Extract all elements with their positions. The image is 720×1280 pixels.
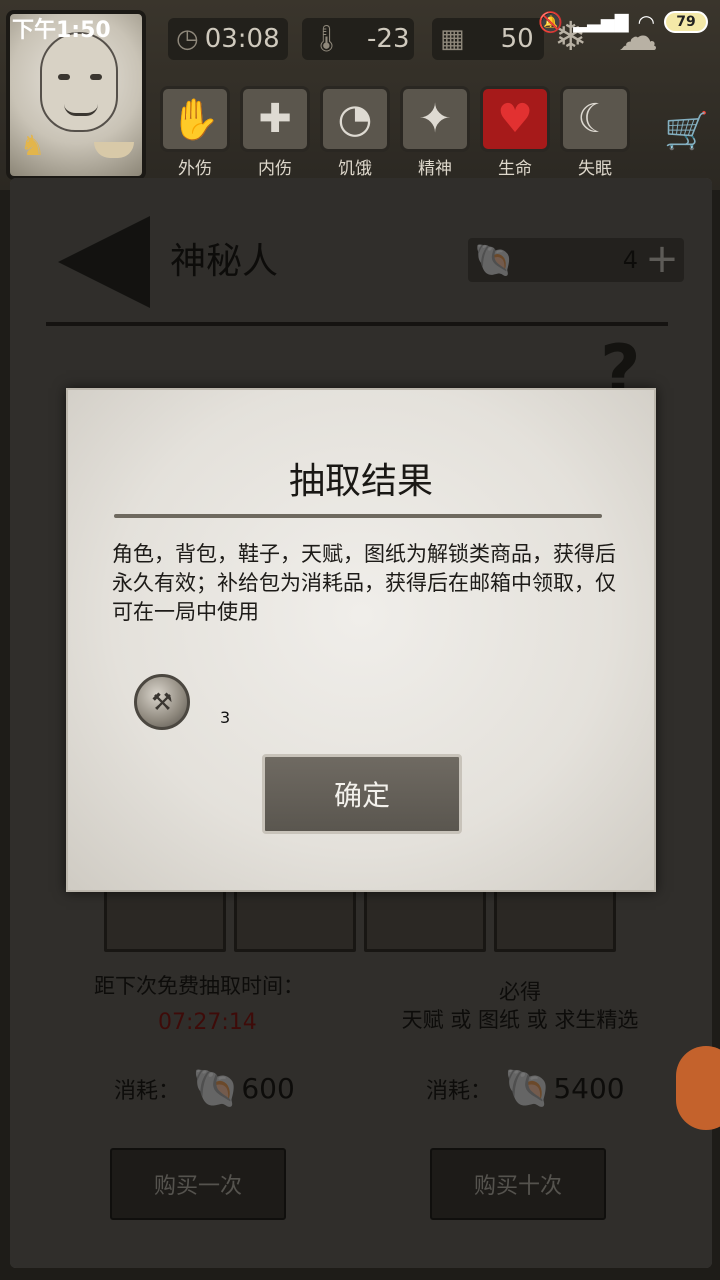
dialog-divider (114, 514, 602, 518)
wifi-icon: ◠ (638, 10, 654, 34)
page-title: 神秘人 (170, 241, 279, 282)
confirm-button[interactable]: 确定 (262, 754, 462, 834)
shop-cart-icon[interactable]: 🛒 (664, 110, 709, 152)
buy-once-button[interactable]: 购买一次 (110, 1148, 286, 1220)
cross-icon: ✚ (240, 86, 310, 152)
status-system-icons: 🔕 ▂▃▅▇ ◠ 79 (538, 10, 708, 34)
signal-icon: ▂▃▅▇ (573, 11, 629, 33)
single-cost-value: 600 (241, 1072, 295, 1105)
condition-icons: ✋ 外伤 ✚ 内伤 ◔ 饥饿 ✦ 精神 ♥ 生命 ☾ 失眠 (160, 86, 630, 179)
condition-label: 饥饿 (338, 159, 372, 179)
ten-cost: 消耗： 🐚 5400 (426, 1066, 625, 1111)
portrait-mouth (64, 104, 98, 116)
portrait-eye (90, 74, 102, 80)
boat-icon (94, 142, 134, 158)
ten-cost-value: 5400 (553, 1072, 625, 1105)
guarantee-line: 天赋 或 图纸 或 求生精选 (401, 1008, 639, 1032)
shell-currency: 🐚 4 + (468, 238, 684, 282)
draw-result-dialog: 抽取结果 角色，背包，鞋子，天赋，图纸为解锁类商品，获得后永久有效；补给包为消耗… (66, 388, 656, 892)
shell-count: 4 (622, 246, 638, 274)
single-cost: 消耗： 🐚 600 (114, 1066, 295, 1111)
reward-count: 3 (220, 708, 231, 727)
condition-label: 外伤 (178, 159, 212, 179)
guarantee-text: 必得 天赋 或 图纸 或 求生精选 (370, 978, 670, 1034)
dialog-description: 角色，背包，鞋子，天赋，图纸为解锁类商品，获得后永久有效；补给包为消耗品，获得后… (112, 542, 616, 624)
condition-label: 内伤 (258, 159, 292, 179)
condition-insomnia[interactable]: ☾ 失眠 (560, 86, 630, 179)
condition-label: 生命 (498, 159, 532, 179)
condition-hunger[interactable]: ◔ 饥饿 (320, 86, 390, 179)
shell-icon: 🐚 (474, 241, 514, 279)
condition-label: 失眠 (578, 159, 612, 179)
battery-icon: 79 (664, 11, 708, 33)
portrait-eye (58, 74, 70, 80)
free-draw-label: 距下次免费抽取时间： (94, 974, 304, 998)
reward-coin-icon: ⚒ (134, 674, 190, 730)
side-event-badge[interactable] (676, 1046, 720, 1130)
free-draw-timer: 07:27:14 (158, 1010, 257, 1035)
camel-icon: ♞ (20, 129, 46, 162)
header-divider (46, 322, 668, 326)
add-shell-button[interactable]: + (644, 239, 680, 279)
heart-icon: ♥ (480, 86, 550, 152)
cost-label: 消耗： (426, 1078, 493, 1104)
shell-icon: 🐚 (504, 1066, 552, 1110)
mute-icon: 🔕 (538, 10, 564, 34)
condition-health[interactable]: ♥ 生命 (480, 86, 550, 179)
condition-internal[interactable]: ✚ 内伤 (240, 86, 310, 179)
moon-star-icon: ☾ (560, 86, 630, 152)
panel-header: 神秘人 🐚 4 + ? (10, 178, 712, 412)
shell-icon: 🐚 (192, 1066, 240, 1110)
stomach-icon: ◔ (320, 86, 390, 152)
condition-wound[interactable]: ✋ 外伤 (160, 86, 230, 179)
guarantee-line: 必得 (499, 980, 541, 1004)
bandaged-hand-icon: ✋ (160, 86, 230, 152)
condition-label: 精神 (418, 159, 452, 179)
status-time: 下午1:50 (12, 18, 111, 43)
buy-ten-button[interactable]: 购买十次 (430, 1148, 606, 1220)
dialog-title: 抽取结果 (288, 461, 433, 502)
status-bar: 下午1:50 🔕 ▂▃▅▇ ◠ 79 (0, 0, 720, 50)
condition-mind[interactable]: ✦ 精神 (400, 86, 470, 179)
back-arrow-icon[interactable] (58, 216, 150, 308)
cost-label: 消耗： (114, 1078, 181, 1104)
mind-icon: ✦ (400, 86, 470, 152)
